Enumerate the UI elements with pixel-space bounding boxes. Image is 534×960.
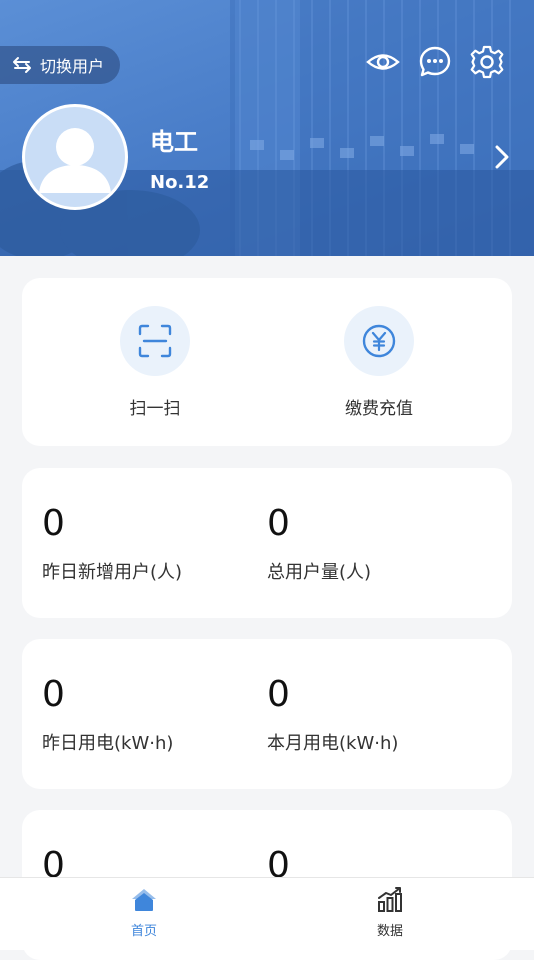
stat-value: 0: [267, 674, 290, 715]
user-silhouette-icon: [39, 128, 111, 193]
stat-label: 昨日用电(kW·h): [42, 733, 174, 754]
stat-value: 0: [42, 503, 65, 544]
home-icon: [132, 889, 156, 911]
recharge-label: 缴费充值: [345, 399, 413, 419]
switch-user-button[interactable]: 切换用户: [0, 46, 120, 84]
nav-home[interactable]: 首页: [104, 886, 184, 939]
recharge-button[interactable]: 缴费充值: [319, 306, 439, 419]
nav-data[interactable]: 数据: [350, 886, 430, 939]
profile-header: 切换用户 电工 No.12: [0, 0, 534, 256]
stat-yesterday-new-users: 0 昨日新增用户(人): [42, 502, 182, 584]
user-stats-card: 0 昨日新增用户(人) 0 总用户量(人): [22, 468, 512, 618]
stat-label: 总用户量(人): [267, 562, 372, 583]
user-name: 电工: [150, 128, 198, 156]
stat-yesterday-power: 0 昨日用电(kW·h): [42, 673, 173, 755]
bar-chart-icon: [378, 887, 402, 912]
stat-label: 本月用电(kW·h): [267, 733, 399, 754]
user-number: No.12: [150, 172, 210, 193]
swap-arrows-icon: [13, 57, 31, 73]
avatar[interactable]: [22, 104, 128, 210]
nav-home-label: 首页: [130, 924, 157, 939]
quick-actions-card: 扫一扫 缴费充值: [22, 278, 512, 446]
message-icon[interactable]: [418, 45, 452, 79]
stat-total-users: 0 总用户量(人): [267, 502, 371, 584]
recharge-icon-circle: [344, 306, 414, 376]
scan-label: 扫一扫: [129, 399, 181, 419]
switch-user-label: 切换用户: [40, 57, 105, 76]
gear-icon[interactable]: [470, 45, 504, 79]
nav-data-label: 数据: [376, 924, 403, 939]
scan-icon: [138, 324, 172, 358]
scan-button[interactable]: 扫一扫: [95, 306, 215, 419]
stat-value: 0: [42, 674, 65, 715]
chevron-right-icon[interactable]: [492, 142, 512, 172]
eye-icon[interactable]: [366, 45, 400, 79]
stat-value: 0: [267, 503, 290, 544]
bottom-nav: 首页 数据: [0, 877, 534, 950]
stat-month-power: 0 本月用电(kW·h): [267, 673, 398, 755]
power-stats-card: 0 昨日用电(kW·h) 0 本月用电(kW·h): [22, 639, 512, 789]
scan-icon-circle: [120, 306, 190, 376]
yuan-coin-icon: [362, 324, 396, 358]
stat-label: 昨日新增用户(人): [42, 562, 183, 583]
